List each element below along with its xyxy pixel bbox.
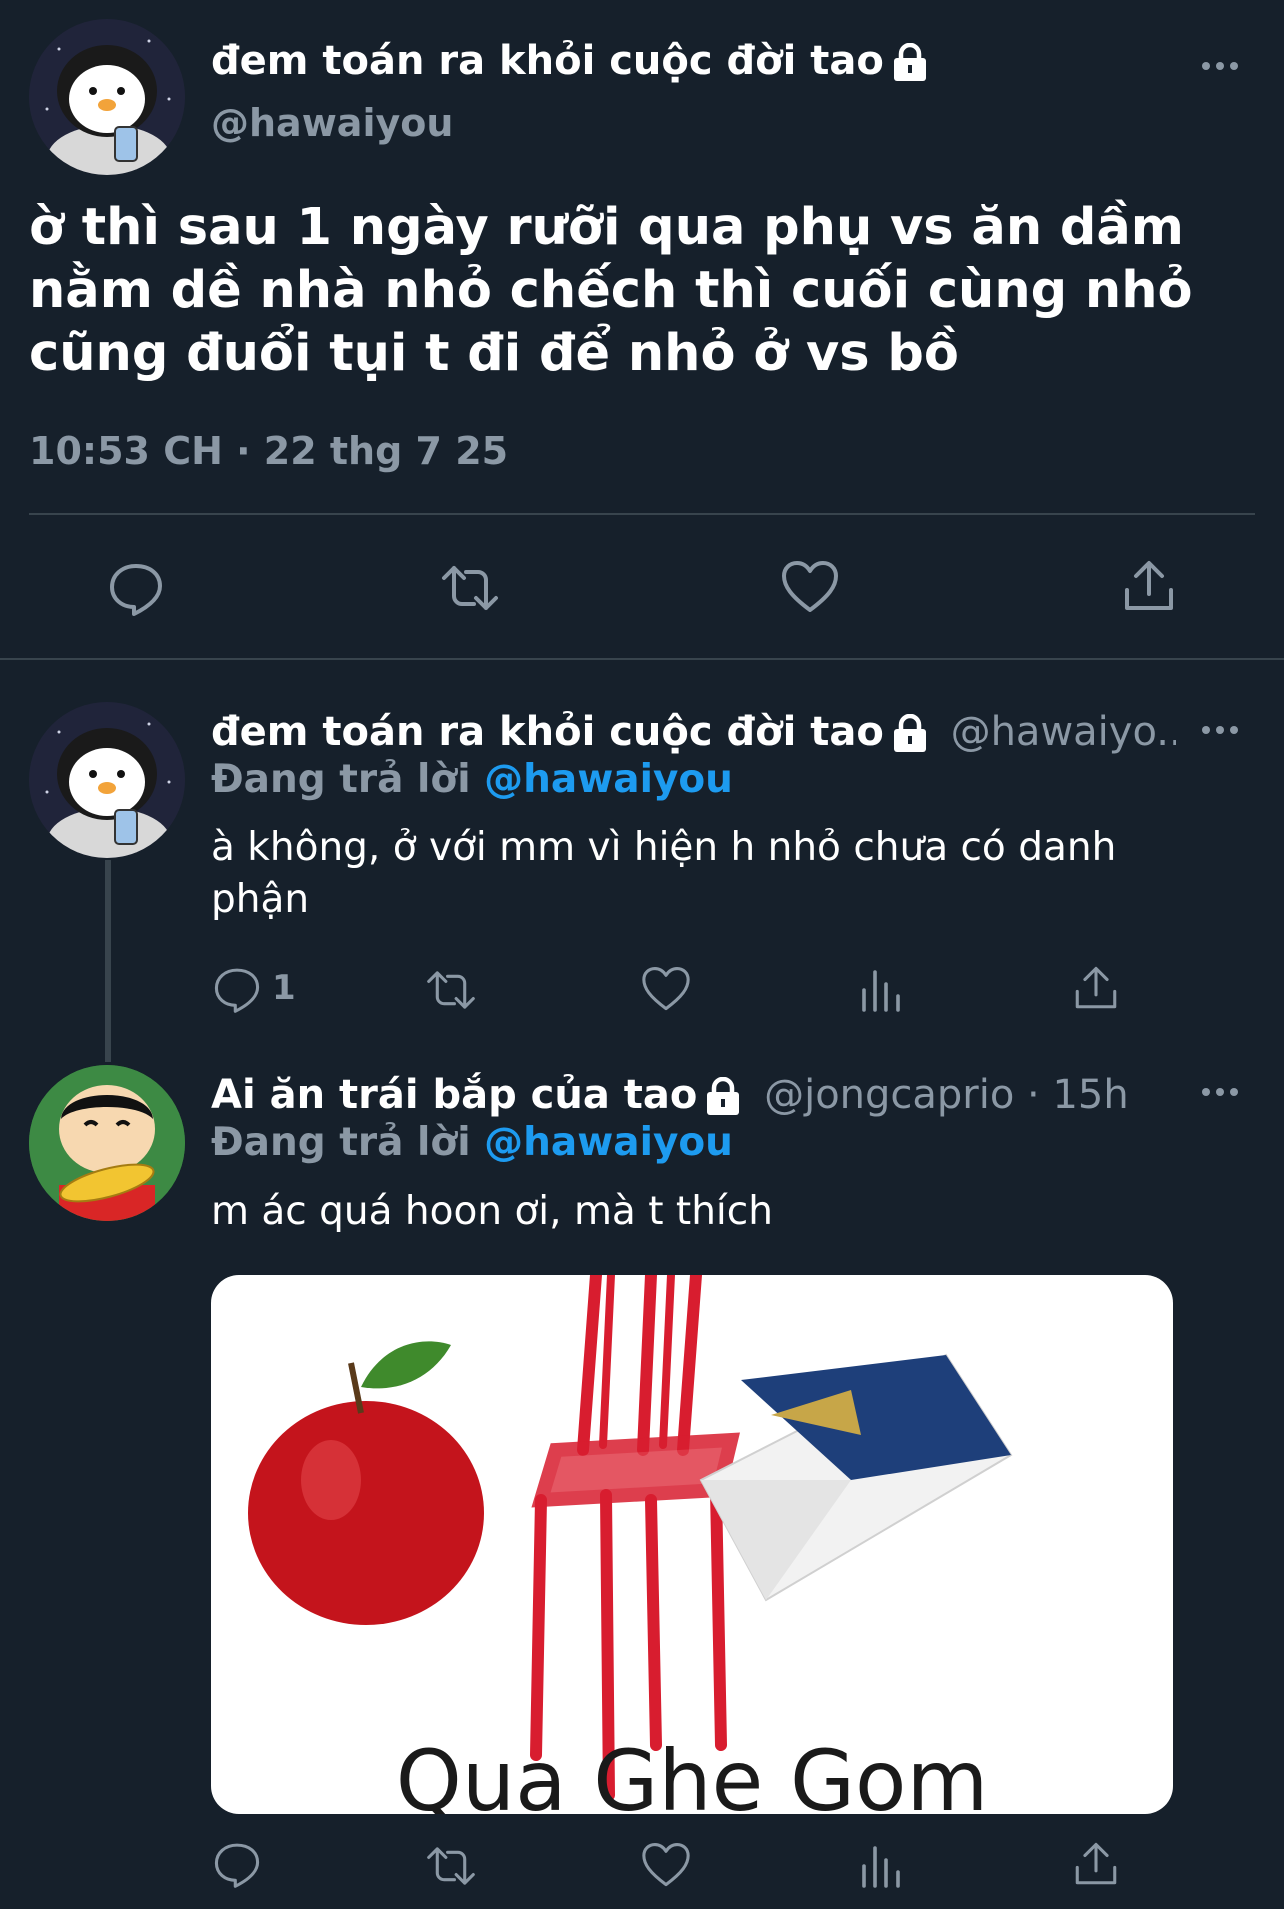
share-icon[interactable] bbox=[1122, 558, 1176, 614]
analytics-icon[interactable] bbox=[860, 968, 904, 1012]
reply-text-line: phận bbox=[211, 877, 310, 922]
tweet-media-image[interactable]: Qua Ghe Gom bbox=[211, 1275, 1173, 1814]
more-icon[interactable] bbox=[1200, 1084, 1240, 1100]
section-separator bbox=[0, 658, 1284, 660]
reply-icon[interactable] bbox=[108, 560, 164, 616]
retweet-icon[interactable] bbox=[424, 1842, 478, 1890]
reply-text: à không, ở với mm vì hiện h nhỏ chưa có … bbox=[211, 822, 1116, 926]
display-name[interactable]: Ai ăn trái bắp của tao bbox=[211, 1072, 697, 1118]
replying-prefix: Đang trả lời bbox=[211, 1120, 471, 1165]
replying-to: Đang trả lời @hawaiyou bbox=[211, 754, 733, 806]
tweet-text-line: ờ thì sau 1 ngày rưỡi qua phụ vs ăn dầm bbox=[29, 198, 1184, 257]
replying-to-link[interactable]: @hawaiyou bbox=[484, 757, 733, 802]
lock-icon bbox=[890, 43, 930, 83]
penguin-avatar-icon bbox=[29, 19, 185, 175]
like-icon[interactable] bbox=[641, 1842, 691, 1888]
more-icon[interactable] bbox=[1200, 58, 1240, 74]
display-name[interactable]: đem toán ra khỏi cuộc đời tao bbox=[211, 38, 884, 84]
apple-icon bbox=[248, 1341, 484, 1625]
more-icon[interactable] bbox=[1200, 722, 1240, 738]
tweet-text-line: nằm dề nhà nhỏ chếch thì cuối cùng nhỏ bbox=[29, 261, 1193, 320]
eraser-icon bbox=[699, 1353, 1013, 1602]
like-icon[interactable] bbox=[781, 560, 839, 614]
handle[interactable]: @jongcaprio · 15h bbox=[764, 1072, 1129, 1118]
analytics-icon[interactable] bbox=[860, 1844, 904, 1888]
image-caption: Qua Ghe Gom bbox=[396, 1732, 989, 1814]
reply-count: 1 bbox=[272, 968, 296, 1008]
display-name[interactable]: đem toán ra khỏi cuộc đời tao bbox=[211, 709, 884, 755]
handle[interactable]: @hawaiyou bbox=[211, 98, 453, 148]
like-icon[interactable] bbox=[641, 966, 691, 1012]
lock-icon bbox=[890, 714, 930, 754]
retweet-icon[interactable] bbox=[424, 966, 478, 1014]
chair-icon bbox=[530, 1275, 741, 1801]
divider bbox=[29, 513, 1255, 515]
replying-prefix: Đang trả lời bbox=[211, 757, 471, 802]
reply-icon[interactable] bbox=[213, 965, 261, 1013]
reply-text-line: à không, ở với mm vì hiện h nhỏ chưa có … bbox=[211, 825, 1117, 870]
retweet-icon[interactable] bbox=[440, 560, 500, 616]
reply-icon[interactable] bbox=[213, 1840, 261, 1888]
tweet-text-line: cũng đuổi tụi t đi để nhỏ ở vs bồ bbox=[29, 324, 959, 383]
penguin-avatar-icon bbox=[29, 702, 185, 858]
tweet-text: ờ thì sau 1 ngày rưỡi qua phụ vs ăn dầm … bbox=[29, 196, 1193, 385]
replying-to-link[interactable]: @hawaiyou bbox=[484, 1120, 733, 1165]
avatar[interactable] bbox=[29, 702, 185, 858]
reply-text: m ác quá hoon ơi, mà t thích bbox=[211, 1189, 773, 1234]
shinchan-avatar-icon bbox=[29, 1065, 185, 1221]
handle[interactable]: @hawaiyo... bbox=[951, 709, 1176, 755]
timestamp[interactable]: 10:53 CH · 22 thg 7 25 bbox=[29, 426, 508, 476]
avatar[interactable] bbox=[29, 1065, 185, 1221]
lock-icon bbox=[703, 1077, 743, 1117]
replying-to: Đang trả lời @hawaiyou bbox=[211, 1117, 733, 1169]
avatar[interactable] bbox=[29, 19, 185, 175]
thread-line bbox=[105, 860, 111, 1062]
share-icon[interactable] bbox=[1073, 964, 1119, 1012]
share-icon[interactable] bbox=[1073, 1840, 1119, 1888]
